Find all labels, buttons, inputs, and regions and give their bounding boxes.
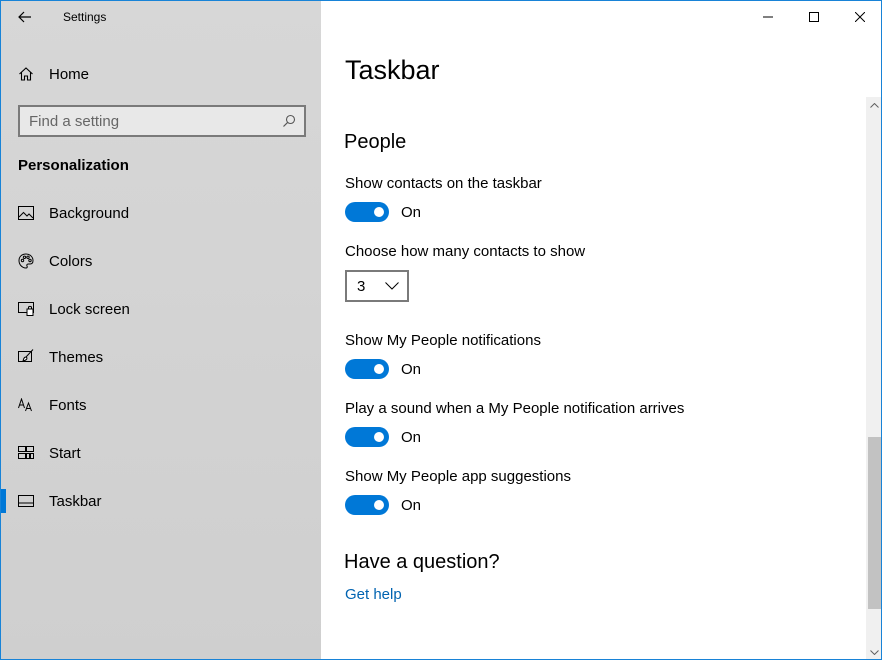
suggestions-toggle[interactable] [345,495,389,515]
lock-screen-icon [1,302,49,316]
window-controls [745,1,881,33]
home-icon [1,66,49,82]
close-icon [855,12,865,22]
show-contacts-setting: Show contacts on the taskbar On [345,175,855,222]
sidebar-item-taskbar[interactable]: Taskbar [1,477,321,525]
search-placeholder: Find a setting [29,112,120,130]
minimize-button[interactable] [745,1,791,33]
taskbar-icon [1,495,49,507]
close-button[interactable] [837,1,881,33]
settings-window: Settings Home Find a setting Personaliza… [0,0,882,660]
notifications-toggle[interactable] [345,359,389,379]
home-label: Home [49,65,90,83]
back-arrow-icon [18,11,31,23]
contacts-count-setting: Choose how many contacts to show 3 [345,243,855,302]
get-help-link[interactable]: Get help [345,586,402,603]
nav-home[interactable]: Home [1,55,321,93]
search-icon [283,114,296,127]
scrollbar[interactable] [866,97,881,659]
toggle-state: On [401,428,422,446]
minimize-icon [763,16,773,18]
sidebar-item-label: Themes [49,348,104,366]
sidebar-item-fonts[interactable]: Fonts [1,381,321,429]
dropdown-value: 3 [357,277,366,295]
show-contacts-label: Show contacts on the taskbar [345,175,542,192]
brush-icon [1,349,49,365]
sidebar-item-colors[interactable]: Colors [1,237,321,285]
chevron-down-icon [385,282,399,290]
toggle-state: On [401,360,422,378]
back-button[interactable] [1,1,49,33]
question-heading: Have a question? [344,551,500,573]
sidebar-item-label: Taskbar [49,492,102,510]
title-bar: Settings [1,1,321,33]
sidebar-item-label: Start [49,444,81,462]
sidebar-item-label: Background [49,204,130,222]
sidebar-item-lock-screen[interactable]: Lock screen [1,285,321,333]
maximize-icon [809,12,819,22]
scroll-thumb[interactable] [868,437,881,609]
maximize-button[interactable] [791,1,837,33]
main-content: Taskbar People Show contacts on the task… [321,1,881,659]
sidebar-item-background[interactable]: Background [1,189,321,237]
sidebar: Settings Home Find a setting Personaliza… [1,1,321,659]
sidebar-item-themes[interactable]: Themes [1,333,321,381]
section-header: Personalization [18,157,129,174]
contacts-count-dropdown[interactable]: 3 [345,270,409,302]
sidebar-item-label: Colors [49,252,93,270]
sidebar-item-label: Fonts [49,396,87,414]
suggestions-label: Show My People app suggestions [345,468,571,485]
sound-setting: Play a sound when a My People notificati… [345,400,855,447]
show-contacts-toggle[interactable] [345,202,389,222]
toggle-state: On [401,496,422,514]
chevron-down-icon [870,650,879,655]
fonts-icon [1,398,49,412]
sidebar-item-label: Lock screen [49,300,130,318]
picture-icon [1,206,49,220]
page-title: Taskbar [345,55,440,85]
notifications-setting: Show My People notifications On [345,332,855,379]
nav-list: Background Colors Lock screen Themes Fon… [1,189,321,525]
scroll-down-arrow[interactable] [866,644,881,659]
scroll-up-arrow[interactable] [866,97,881,114]
settings-panel: People Show contacts on the taskbar On C… [344,131,855,604]
toggle-state: On [401,203,422,221]
question-section: Have a question? Get help [344,551,855,604]
contacts-count-label: Choose how many contacts to show [345,243,586,260]
search-input[interactable]: Find a setting [18,105,306,137]
sound-label: Play a sound when a My People notificati… [345,400,685,417]
sidebar-item-start[interactable]: Start [1,429,321,477]
start-tiles-icon [1,446,49,460]
app-title: Settings [63,10,107,24]
people-heading: People [344,131,407,153]
sound-toggle[interactable] [345,427,389,447]
suggestions-setting: Show My People app suggestions On [345,468,855,515]
notifications-label: Show My People notifications [345,332,541,349]
palette-icon [1,253,49,269]
chevron-up-icon [870,103,879,108]
